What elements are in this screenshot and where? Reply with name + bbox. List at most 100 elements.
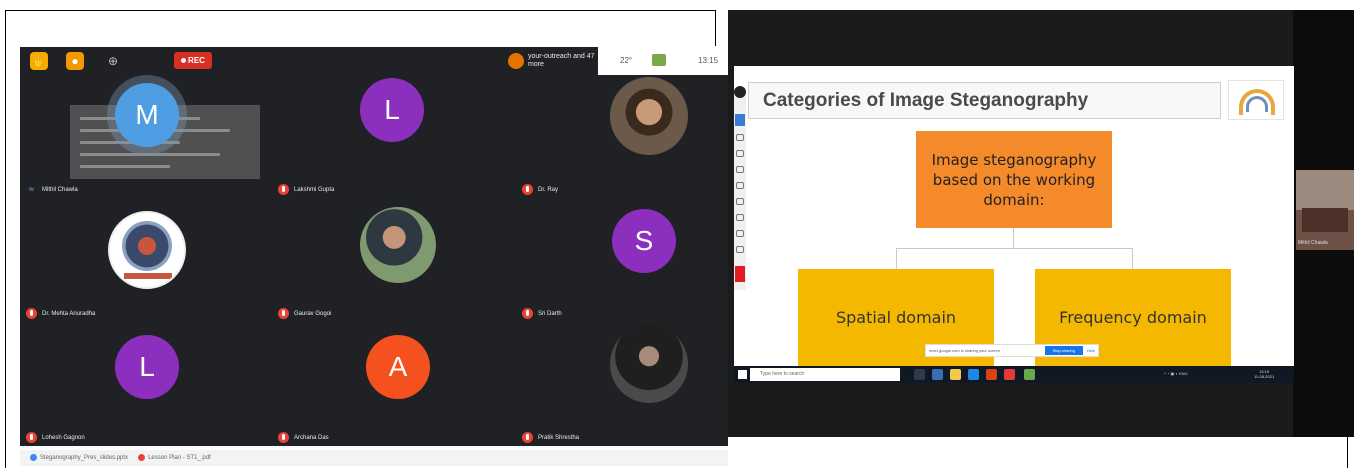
avatar: L [360,78,424,142]
participant-name-row: Gaurav Gogoi [278,308,331,319]
frame-border-top [5,10,716,11]
main-concept-box: Image steganography based on the working… [916,131,1112,228]
participant-name-row: ≈ Mithil Chawla [26,184,78,195]
presenting-text: your-outreach and 47 more [528,53,595,68]
participant-name: Gaurav Gogoi [294,310,332,317]
frame-border-right [1347,437,1348,468]
pen-toolbar [734,86,746,290]
presentation-slide: Categories of Image Steganography Image … [734,66,1294,366]
task-view-icon[interactable] [914,369,925,380]
share-bar-text: meet.google.com is sharing your screen. [929,348,1002,353]
connector-line [1132,248,1133,269]
activities-icon[interactable]: ⊕ [104,52,122,70]
slide-title: Categories of Image Steganography [763,90,1089,111]
connector-line [1013,228,1014,248]
connector-line [896,248,1132,249]
edge-icon[interactable] [932,369,943,380]
participant-tile[interactable]: L Lohesh Gagnon [20,323,256,446]
participant-tile[interactable]: L Lakshmi Gupta [256,75,492,199]
avatar: L [115,335,179,399]
avatar: S [612,209,676,273]
participant-name: Pratik Shrestha [538,434,580,441]
pen-toolbar-handle-icon[interactable] [734,86,746,98]
recording-badge: REC [174,52,212,69]
chat-icon[interactable] [652,54,666,66]
participant-photo [360,207,436,283]
participant-photo [610,77,688,155]
taskbar-clock: 13:15 11-08-2021 [1254,369,1275,379]
system-tray: ^ ◔ ▣ ◐ ENG [1164,371,1188,376]
pen-option-icon[interactable] [736,182,744,189]
pen-tool-icon[interactable] [735,114,745,126]
download-item[interactable]: Steganography_Pres_slides.pptx [30,454,128,462]
mic-off-icon [278,432,289,443]
participant-name: Dr. Mehta Anuradha [42,310,96,317]
participant-tile[interactable]: S Sri Darth [492,199,728,323]
participant-name: Lakshmi Gupta [294,186,335,193]
meeting-top-bar: ✋ ● ⊕ REC your-outreach and 47 more 22° … [20,47,728,75]
powerpoint-icon[interactable] [986,369,997,380]
stop-sharing-button[interactable]: Stop sharing [1044,346,1083,355]
participant-tile[interactable]: M ≈ Mithil Chawla [20,75,260,199]
participant-name: Lohesh Gagnon [42,434,85,441]
raise-hand-icon[interactable]: ✋ [30,52,48,70]
pen-option-icon[interactable] [736,150,744,157]
mic-off-icon [26,432,37,443]
people-icon[interactable]: ● [66,52,84,70]
recording-dot-icon [181,58,187,63]
participant-logo [108,211,186,289]
file-explorer-icon[interactable] [950,369,961,380]
participant-name: Archana Das [294,434,329,441]
pen-option-icon[interactable] [736,134,744,141]
app-icon[interactable] [1024,369,1035,380]
slide-title-box: Categories of Image Steganography [748,82,1221,119]
participant-name: Dr. Ray [538,186,559,193]
participant-tile[interactable]: Dr. Mehta Anuradha [20,199,256,323]
taskbar-search-input[interactable]: Type here to search [750,368,900,381]
hide-button[interactable]: Hide [1087,348,1095,353]
recording-label: REC [188,56,205,65]
mic-off-icon [522,184,533,195]
pen-option-icon[interactable] [736,230,744,237]
screenshot-root: ✋ ● ⊕ REC your-outreach and 47 more 22° … [0,0,1369,468]
color-swatch-icon[interactable] [735,266,745,282]
self-view-label: Mithil Chawla [1298,240,1328,246]
app-icon[interactable] [1004,369,1015,380]
frame-border-divider [715,10,716,46]
pen-option-icon[interactable] [736,246,744,253]
participant-name-row: Lohesh Gagnon [26,432,85,443]
presenting-chip[interactable]: your-outreach and 47 more [508,50,598,72]
pen-option-icon[interactable] [736,166,744,173]
mic-off-icon [278,184,289,195]
pen-option-icon[interactable] [736,214,744,221]
pen-option-icon[interactable] [736,198,744,205]
weather-temp: 22° [620,56,633,65]
participant-tile[interactable]: Dr. Ray [492,75,728,199]
participant-name: Mithil Chawla [42,186,78,193]
participant-name-row: Sri Darth [522,308,562,319]
self-view-thumbnail[interactable]: Mithil Chawla [1296,170,1354,250]
frame-border-left [5,10,6,468]
windows-start-icon[interactable] [738,370,747,379]
participant-tile[interactable]: Pratik Shrestha [492,323,728,446]
participant-name-row: Dr. Ray [522,184,558,195]
clock-time: 13:15 [698,56,719,65]
mic-on-icon: ≈ [29,184,34,194]
participant-tile[interactable]: A Archana Das [256,323,492,446]
screen-share-bar: meet.google.com is sharing your screen. … [925,344,1099,357]
mic-off-icon [26,308,37,319]
participant-name-row: Archana Das [278,432,329,443]
participant-name-row: Lakshmi Gupta [278,184,334,195]
participant-name: Sri Darth [538,310,562,317]
download-item[interactable]: Lesson Plan - ST1_.pdf [138,454,211,462]
participant-tile[interactable]: Gaurav Gogoi [256,199,492,323]
windows-taskbar: Type here to search ^ ◔ ▣ ◐ ENG 13:15 11… [734,366,1294,383]
mic-off-icon [522,308,533,319]
meeting-grid: ✋ ● ⊕ REC your-outreach and 47 more 22° … [20,47,728,446]
participant-photo [610,325,688,403]
mic-off-icon [278,308,289,319]
connector-line [896,248,897,269]
chrome-icon[interactable] [968,369,979,380]
slide-logo [1228,80,1284,120]
participant-name-row: Pratik Shrestha [522,432,579,443]
